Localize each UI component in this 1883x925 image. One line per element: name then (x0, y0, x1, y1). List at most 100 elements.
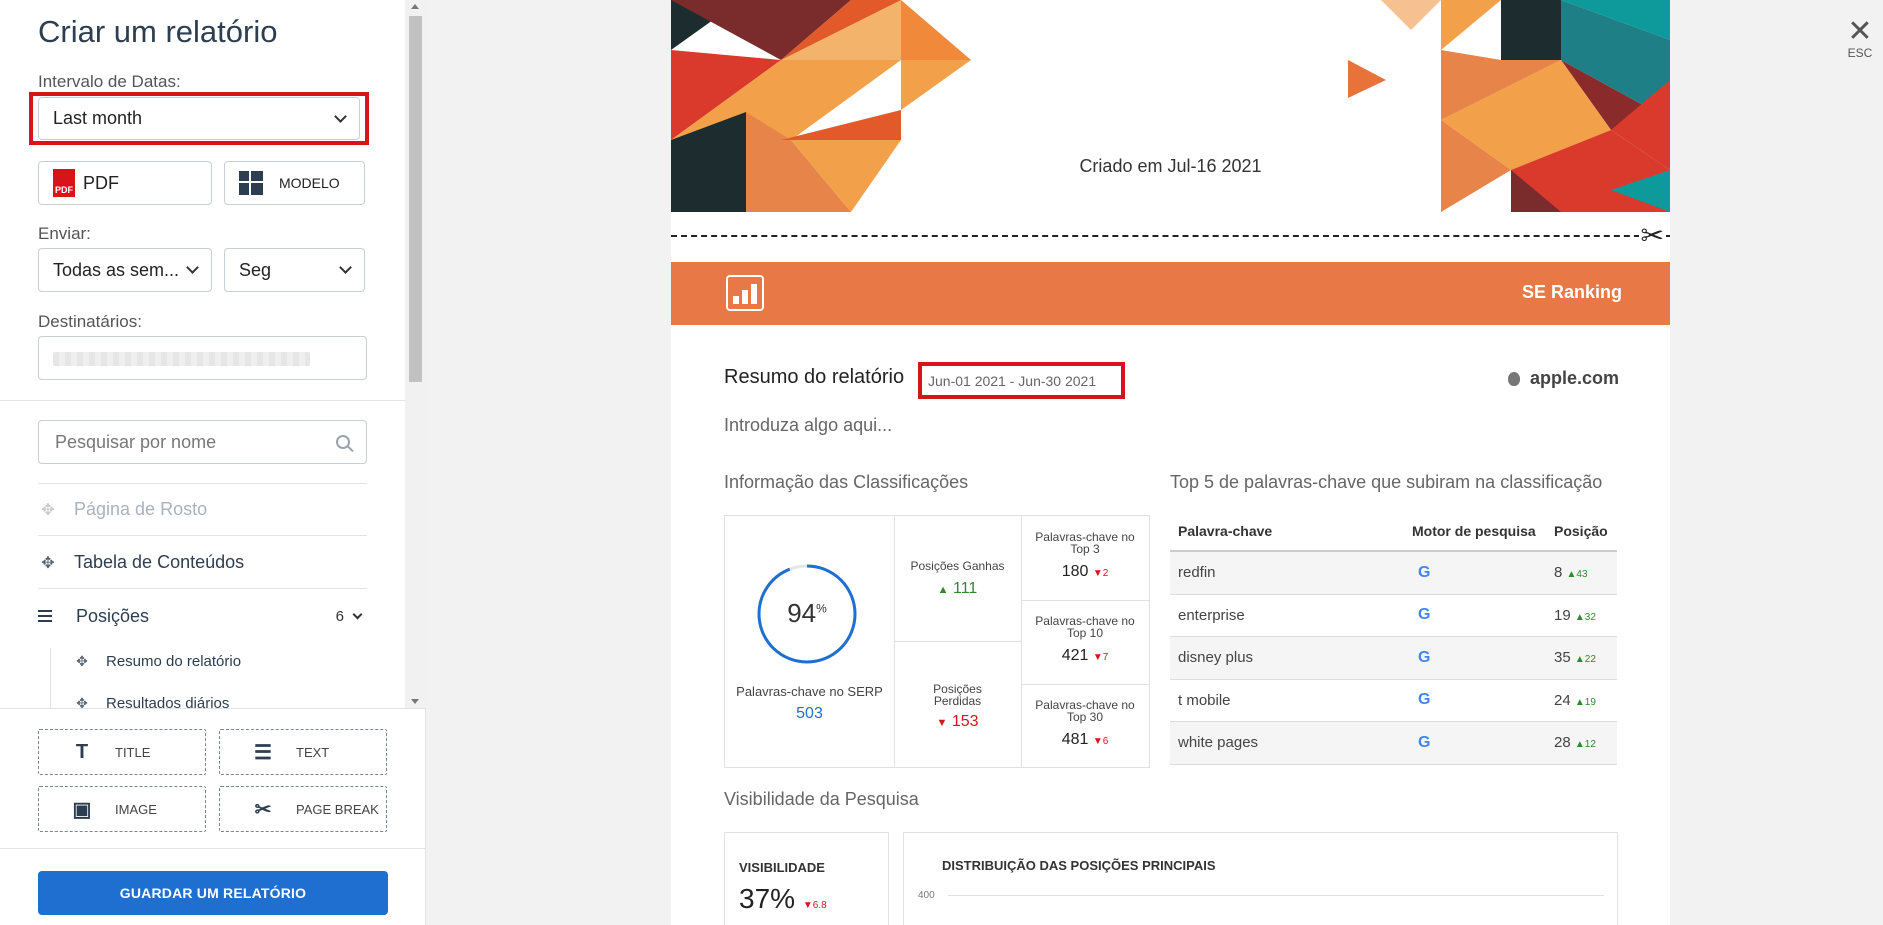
section-table-of-contents[interactable]: ✥ Tabela de Conteúdos (38, 537, 367, 589)
send-frequency-value: Todas as sem... (53, 259, 180, 280)
format-select[interactable]: PDF PDF (38, 161, 212, 205)
close-button[interactable]: ✕ ESC (1840, 17, 1880, 61)
send-day-value: Seg (239, 259, 272, 280)
top30-value: 481 ▼6 (1021, 731, 1149, 749)
serp-percent-value: 94 (787, 598, 817, 628)
position-delta-value: 43 (1576, 569, 1588, 581)
subsection-daily-results[interactable]: ✥ Resultados diários (72, 685, 229, 709)
add-title-label: TITLE (115, 744, 151, 760)
serp-percent: 94% (757, 598, 857, 629)
add-image-button[interactable]: ▣ IMAGE (38, 786, 206, 832)
section-label: Tabela de Conteúdos (74, 552, 245, 572)
position-delta-value: 32 (1584, 611, 1596, 623)
report-header-banner: SE Ranking (671, 262, 1670, 325)
search-placeholder: Pesquisar por nome (55, 431, 217, 452)
divider (0, 400, 405, 401)
cover-art (671, 0, 1670, 212)
lost-number: 153 (951, 713, 979, 730)
sidebar-scrollbar[interactable] (405, 0, 426, 708)
rankings-summary-box: 94% Palavras-chave no SERP 503 Posições … (724, 515, 1150, 768)
chevron-down-icon (339, 261, 352, 274)
lost-label-line2: Perdidas (933, 694, 982, 708)
top3-number: 180 (1061, 563, 1089, 580)
visibility-card: VISIBILIDADE 37% ▼6.8 (724, 832, 889, 925)
top10-delta-value: 7 (1102, 652, 1109, 663)
scissors-icon: ✂ (254, 798, 272, 821)
drag-handle-icon[interactable]: ✥ (72, 695, 92, 709)
scissors-icon[interactable]: ✂ (1638, 222, 1666, 250)
send-frequency-select[interactable]: Todas as sem... (38, 248, 212, 292)
save-report-button[interactable]: GUARDAR UM RELATÓRIO (38, 871, 388, 915)
send-day-select[interactable]: Seg (224, 248, 365, 292)
recipients-redacted (53, 352, 310, 366)
lost-value: ▼ 153 (894, 713, 1021, 731)
gained-label: Posições Ganhas (910, 559, 1005, 573)
subsection-report-summary[interactable]: ✥ Resumo do relatório (72, 643, 241, 679)
sidebar: Criar um relatório Intervalo de Datas: L… (0, 0, 426, 925)
table-row: white pages G 28 ▲12 (1170, 722, 1617, 765)
report-builder: Criar um relatório Intervalo de Datas: L… (0, 0, 1883, 925)
position-delta: ▲32 (1574, 611, 1596, 623)
position-delta-value: 12 (1584, 739, 1596, 751)
section-cover-page[interactable]: ✥ Página de Rosto (38, 484, 367, 536)
top10-label: Palavras-chave no Top 10 (1021, 615, 1149, 639)
date-range-select[interactable]: Last month (38, 97, 360, 140)
drag-handle-icon[interactable]: ✥ (72, 653, 92, 670)
position-delta-value: 22 (1584, 654, 1596, 666)
position-delta: ▲22 (1574, 654, 1596, 666)
column-header-keyword: Palavra-chave (1178, 523, 1273, 539)
add-title-button[interactable]: T TITLE (38, 729, 206, 775)
template-icon (239, 171, 263, 195)
chevron-down-icon (186, 261, 199, 274)
top3-delta-value: 2 (1102, 568, 1109, 579)
search-icon (336, 435, 350, 449)
top30-number: 481 (1061, 731, 1089, 748)
add-page-break-button[interactable]: ✂ PAGE BREAK (219, 786, 387, 832)
position-delta: ▲19 (1574, 696, 1596, 708)
section-label: Posições (76, 605, 150, 626)
section-label: Página de Rosto (74, 499, 208, 519)
add-text-label: TEXT (296, 744, 330, 760)
serp-percent-sign: % (816, 601, 827, 616)
top30-delta-value: 6 (1102, 736, 1109, 747)
top30-label: Palavras-chave no Top 30 (1021, 699, 1149, 723)
add-page-break-label: PAGE BREAK (296, 801, 379, 817)
recipients-label: Destinatários: (38, 312, 142, 331)
drag-handle-icon[interactable]: ✥ (38, 553, 58, 573)
visibility-value: 37% (739, 883, 796, 914)
add-text-button[interactable]: ☰ TEXT (219, 729, 387, 775)
position-value: 24 (1554, 691, 1571, 709)
image-icon: ▣ (72, 798, 92, 821)
save-area: GUARDAR UM RELATÓRIO (0, 848, 426, 925)
divider (894, 641, 1021, 642)
position-cell: 8 ▲43 (1554, 564, 1617, 581)
scroll-down-icon[interactable] (411, 699, 419, 704)
chevron-down-icon[interactable] (352, 609, 363, 619)
intro-text-placeholder[interactable]: Introduza algo aqui... (724, 415, 892, 436)
report-date-range: Jun-01 2021 - Jun-30 2021 (918, 362, 1125, 399)
drag-handle-icon[interactable]: ✥ (38, 500, 58, 520)
distribution-label: DISTRIBUIÇÃO DAS POSIÇÕES PRINCIPAIS (942, 858, 1216, 873)
cover-page: Criado em Jul-16 2021 (671, 0, 1670, 212)
section-search-input[interactable]: Pesquisar por nome (38, 420, 367, 464)
position-cell: 35 ▲22 (1554, 649, 1617, 666)
divider (1021, 600, 1149, 601)
top10-delta: ▼7 (1092, 652, 1109, 663)
keyword-cell: disney plus (1178, 649, 1254, 667)
table-body: redfin G 8 ▲43 enterprise G 19 ▲32 disne… (1170, 552, 1617, 765)
scrollbar-thumb[interactable] (409, 16, 422, 382)
elements-panel: T TITLE ☰ TEXT ▣ IMAGE ✂ PAGE BREAK (0, 708, 426, 848)
scroll-up-icon[interactable] (411, 4, 419, 9)
recipients-input[interactable] (38, 336, 367, 380)
distribution-gridline (948, 895, 1604, 896)
distribution-y-tick: 400 (918, 890, 935, 901)
divider (1021, 684, 1149, 685)
close-icon[interactable]: ✕ (1840, 17, 1880, 47)
template-button[interactable]: MODELO (224, 161, 365, 205)
position-delta-value: 19 (1584, 696, 1596, 708)
cover-created-date: Criado em Jul-16 2021 (1079, 156, 1262, 176)
esc-label: ESC (1847, 46, 1873, 60)
position-value: 35 (1554, 649, 1571, 667)
subsection-label: Resumo do relatório (106, 652, 242, 670)
section-positions[interactable]: Posições 6 (38, 590, 367, 642)
